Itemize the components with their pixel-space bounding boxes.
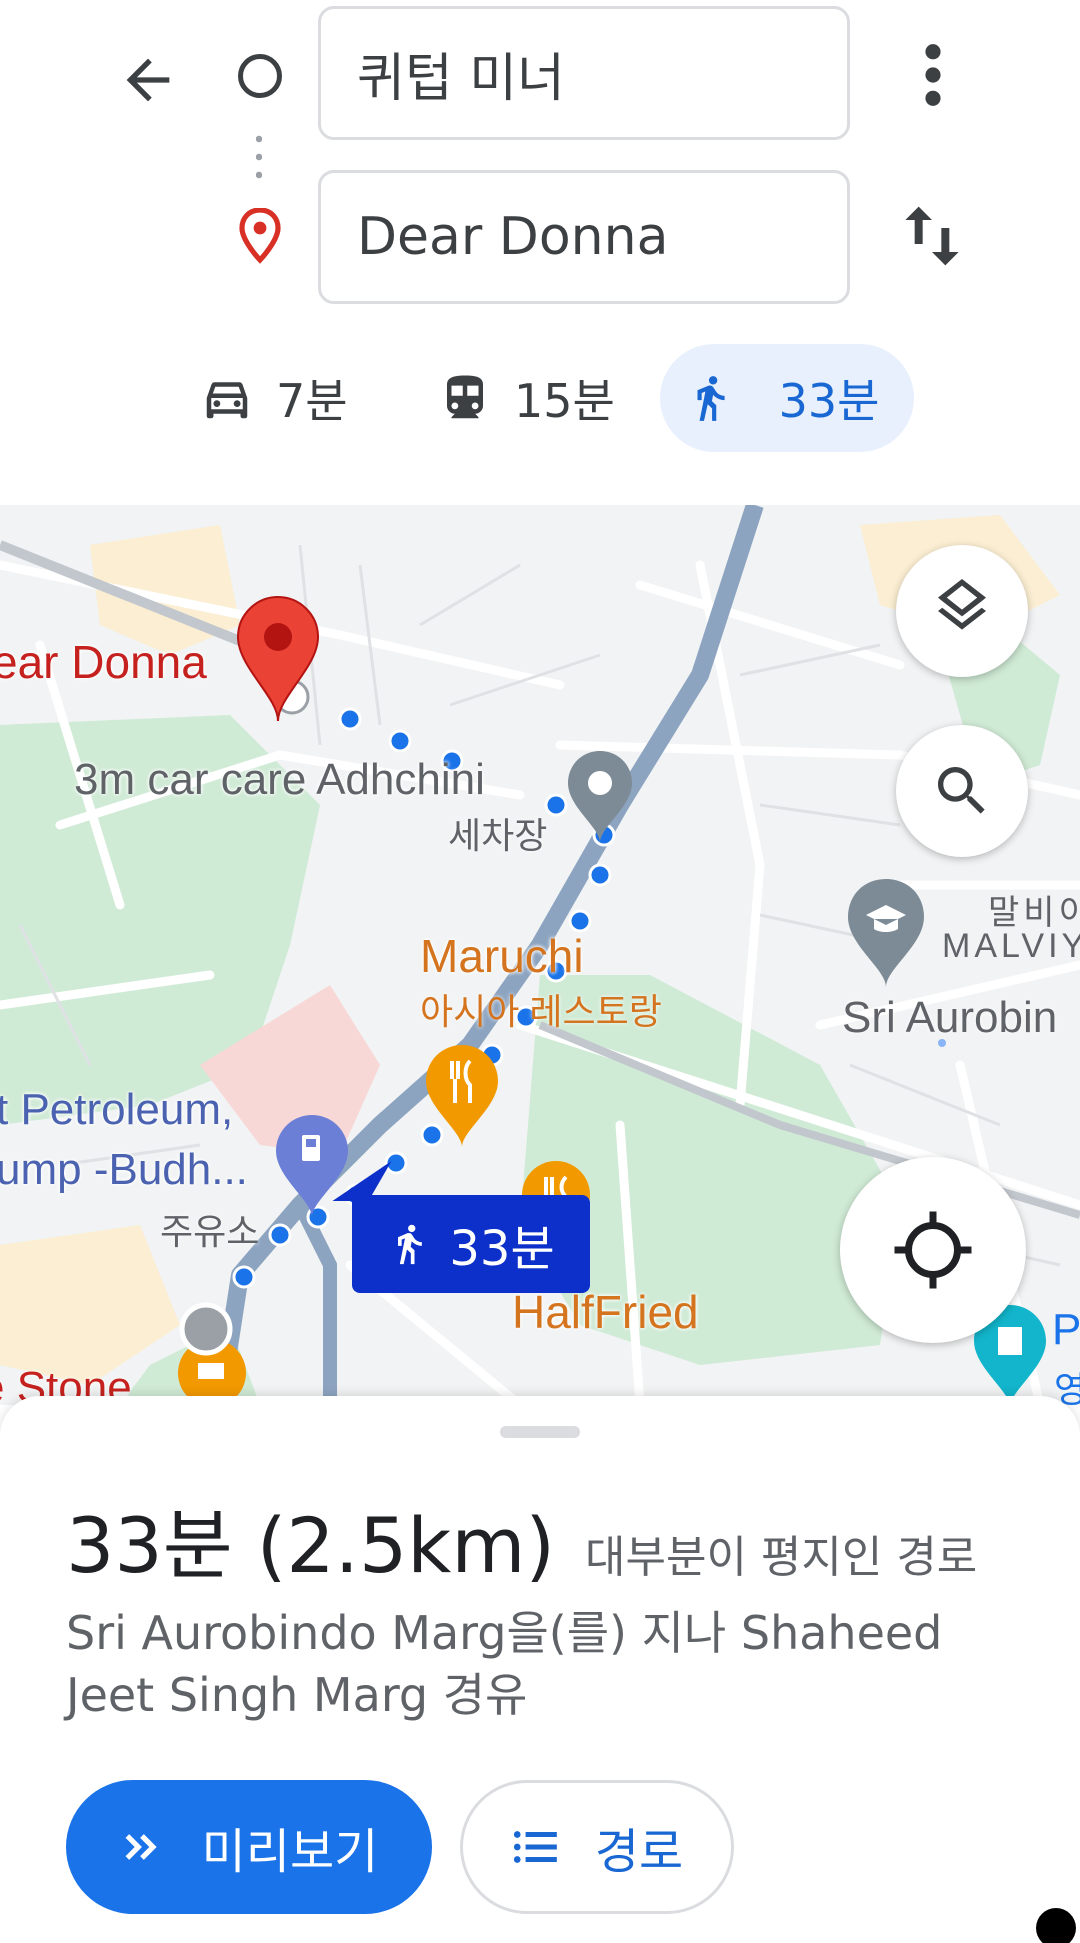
- search-icon: [938, 767, 985, 814]
- more-options-button[interactable]: [898, 30, 968, 120]
- route-summary-sheet[interactable]: 33분 (2.5km) 대부분이 평지인 경로 Sri Aurobindo Ma…: [0, 1396, 1080, 1943]
- tab-walking-label: 33분: [778, 374, 880, 428]
- origin-input[interactable]: 퀴텁 미너: [318, 6, 850, 140]
- route-dot: [420, 1123, 444, 1147]
- map-label-maruchi[interactable]: Maruchi: [420, 929, 584, 983]
- route-dot: [568, 909, 592, 933]
- swap-vert-icon: [905, 206, 959, 266]
- walk-icon: [398, 1224, 423, 1265]
- map-label-petrol-line1[interactable]: t Petroleum,: [0, 1085, 233, 1135]
- double-chevron-icon: [125, 1834, 157, 1860]
- back-button[interactable]: [108, 40, 188, 120]
- tab-transit[interactable]: 15분: [438, 344, 638, 452]
- car-icon: [206, 382, 248, 419]
- sheet-drag-handle[interactable]: [500, 1426, 580, 1438]
- route-connector-dots: [256, 130, 262, 188]
- route-dot: [232, 1265, 256, 1289]
- origin-circle-icon: [238, 54, 282, 98]
- walk-icon: [697, 376, 725, 421]
- route-summary: 33분 (2.5km) 대부분이 평지인 경로: [66, 1484, 977, 1594]
- map-label-maruchi-category: 아시아 레스토랑: [420, 991, 662, 1032]
- tab-walking[interactable]: 33분: [660, 344, 914, 452]
- origin-marker: [179, 1302, 233, 1356]
- route-dot: [544, 793, 568, 817]
- map-view[interactable]: ear Donna 3m car care Adhchini 세차장 Maruc…: [0, 505, 1080, 1405]
- arrow-back-icon: [126, 58, 170, 102]
- map-label-carcare-category: 세차장: [448, 815, 548, 856]
- layers-button[interactable]: [896, 545, 1028, 677]
- destination-pin-icon: [236, 207, 284, 264]
- more-vert-icon: [925, 44, 941, 106]
- directions-header: 퀴텁 미너 Dear Donna 7분 15분 33분: [0, 0, 1080, 505]
- list-icon: [513, 1831, 557, 1863]
- travel-mode-tabs: 7분 15분 33분: [0, 344, 1080, 452]
- map-label-destination[interactable]: ear Donna: [0, 635, 207, 689]
- tab-driving[interactable]: 7분: [200, 344, 370, 452]
- preview-button[interactable]: 미리보기: [66, 1780, 432, 1914]
- route-chip-label: 33분: [449, 1221, 555, 1277]
- route-duration: 33분 (2.5km): [66, 1501, 555, 1590]
- map-search-button[interactable]: [896, 725, 1028, 857]
- destination-input[interactable]: Dear Donna: [318, 170, 850, 304]
- floating-dot: [1036, 1908, 1076, 1943]
- map-label-petrol-line2[interactable]: ump -Budh...: [0, 1145, 248, 1195]
- map-label-malviya-en: MALVIY: [942, 927, 1080, 965]
- train-icon: [447, 375, 483, 419]
- map-label-cinema[interactable]: P: [1052, 1305, 1080, 1355]
- steps-button[interactable]: 경로: [460, 1780, 734, 1914]
- route-via-description: Sri Aurobindo Marg을(를) 지나 Shaheed Jeet S…: [66, 1606, 943, 1722]
- map-label-carcare[interactable]: 3m car care Adhchini: [74, 755, 485, 805]
- layers-icon: [938, 579, 986, 630]
- map-label-cinema-sub: 영: [1054, 1369, 1080, 1405]
- route-dot: [588, 863, 612, 887]
- steps-label: 경로: [594, 1824, 684, 1880]
- tab-driving-label: 7분: [276, 374, 348, 428]
- maps-directions-screen: 퀴텁 미너 Dear Donna 7분 15분 33분 ear Donna 3m…: [0, 0, 1080, 1943]
- swap-button[interactable]: [890, 190, 974, 282]
- preview-label: 미리보기: [201, 1824, 379, 1880]
- my-location-button[interactable]: [840, 1157, 1026, 1343]
- route-dot: [388, 729, 412, 753]
- map-label-halffried[interactable]: HalfFried: [512, 1285, 699, 1339]
- map-label-aurobindo: Sri Aurobin: [842, 993, 1058, 1042]
- route-terrain-note: 대부분이 평지인 경로: [585, 1532, 978, 1583]
- route-duration-chip[interactable]: 33분: [352, 1195, 590, 1293]
- route-dot: [338, 707, 362, 731]
- tab-transit-label: 15분: [514, 374, 615, 428]
- route-dot: [268, 1223, 292, 1247]
- my-location-icon: [894, 1211, 972, 1289]
- map-label-petrol-category: 주유소: [160, 1211, 260, 1252]
